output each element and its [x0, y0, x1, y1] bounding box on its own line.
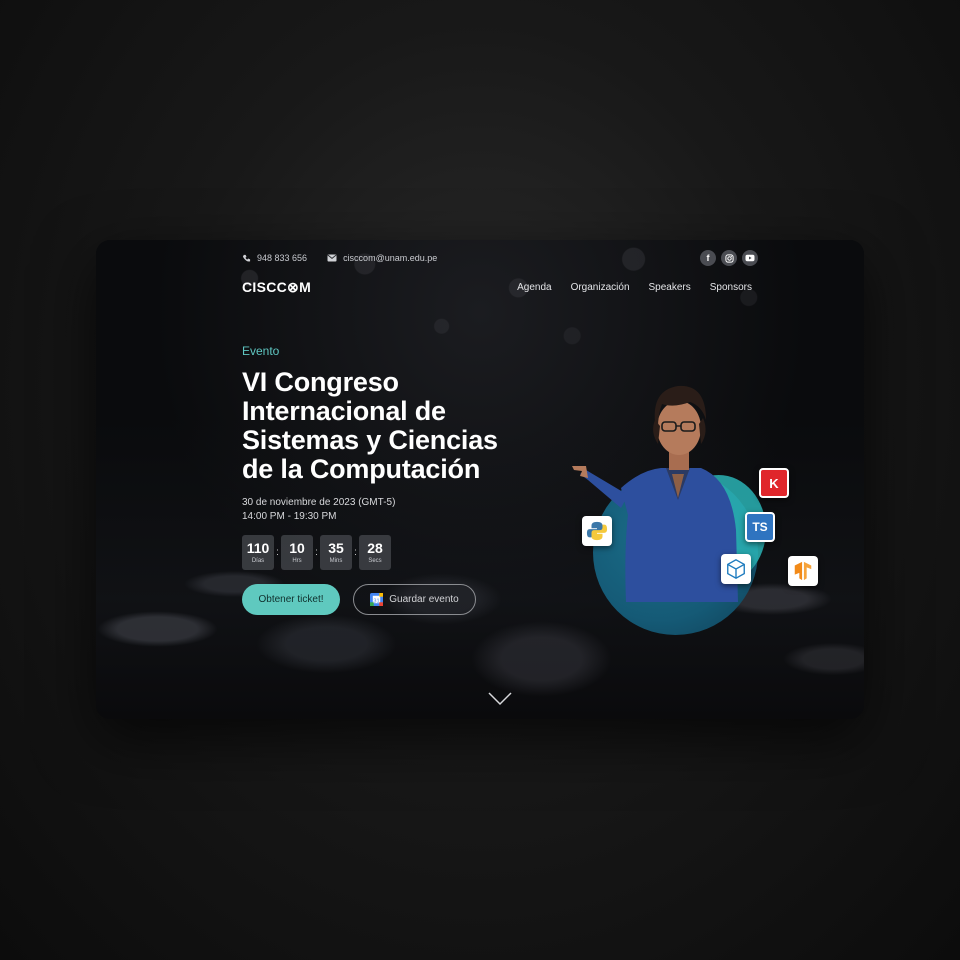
site-logo[interactable]: CISCC⊗M — [242, 279, 311, 296]
countdown-label: Mins — [329, 558, 343, 564]
email-contact[interactable]: cisccom@unam.edu.pe — [327, 253, 437, 263]
countdown-label: Días — [251, 558, 265, 564]
countdown-days: 110 Días — [242, 535, 274, 570]
countdown-separator: : — [315, 547, 318, 558]
svg-text:31: 31 — [374, 598, 380, 604]
countdown-label: Secs — [368, 558, 382, 564]
phone-icon — [242, 254, 251, 261]
google-calendar-icon: 31 — [370, 593, 384, 606]
envelope-icon — [327, 254, 337, 262]
countdown-seconds: 28 Secs — [359, 535, 391, 570]
countdown-label: Hrs — [292, 558, 302, 564]
get-ticket-button[interactable]: Obtener ticket! — [242, 584, 340, 615]
hero-title-line: Sistemas y Ciencias — [242, 425, 498, 455]
countdown-value: 110 — [246, 540, 270, 556]
email-address: cisccom@unam.edu.pe — [343, 253, 438, 263]
hero-title-line: VI Congreso — [242, 367, 399, 397]
facebook-icon[interactable]: f — [700, 250, 716, 266]
main-nav: CISCC⊗M Agenda Organización Speakers Spo… — [242, 277, 752, 297]
nav-item-organizacion[interactable]: Organización — [571, 282, 630, 293]
python-icon — [582, 516, 612, 546]
k-icon: K — [759, 468, 789, 498]
countdown-value: 35 — [328, 540, 344, 556]
countdown-separator: : — [354, 547, 357, 558]
instagram-icon[interactable] — [721, 250, 737, 266]
hero-title: VI Congreso Internacional de Sistemas y … — [242, 368, 562, 484]
event-date: 30 de noviembre de 2023 (GMT-5) — [242, 497, 396, 508]
chevron-down-icon[interactable] — [488, 692, 512, 706]
hero-title-line: de la Computación — [242, 454, 481, 484]
speaker-photo — [572, 385, 738, 602]
nav-menu: Agenda Organización Speakers Sponsors — [517, 282, 752, 293]
save-event-button[interactable]: 31 Guardar evento — [353, 584, 476, 615]
typescript-icon: TS — [745, 512, 775, 542]
event-time: 14:00 PM - 19:30 PM — [242, 511, 337, 522]
countdown-separator: : — [276, 547, 279, 558]
hero-actions: Obtener ticket! 31 Guardar evento — [242, 584, 562, 615]
countdown-minutes: 35 Mins — [320, 535, 352, 570]
hero-eyebrow: Evento — [242, 344, 280, 358]
countdown-timer: 110 Días : 10 Hrs : 35 Mins : 28 Secs — [242, 535, 562, 570]
threejs-icon — [721, 554, 751, 584]
countdown-hours: 10 Hrs — [281, 535, 313, 570]
countdown-value: 10 — [289, 540, 305, 556]
save-event-label: Guardar evento — [389, 594, 459, 605]
youtube-icon[interactable] — [742, 250, 758, 266]
countdown-value: 28 — [367, 540, 383, 556]
social-links: f — [700, 250, 758, 266]
browser-viewport: 948 833 656 cisccom@unam.edu.pe f CISCC⊗… — [96, 240, 864, 719]
tensorflow-icon — [788, 556, 818, 586]
contact-bar: 948 833 656 cisccom@unam.edu.pe f — [242, 250, 758, 266]
nav-item-speakers[interactable]: Speakers — [649, 282, 691, 293]
phone-number: 948 833 656 — [257, 253, 308, 263]
hero-title-line: Internacional de — [242, 396, 446, 426]
nav-item-agenda[interactable]: Agenda — [517, 282, 551, 293]
speaker-illustration: K TS — [566, 370, 826, 635]
phone-contact[interactable]: 948 833 656 — [242, 253, 307, 263]
nav-item-sponsors[interactable]: Sponsors — [710, 282, 752, 293]
hero-content: Evento VI Congreso Internacional de Sist… — [242, 344, 562, 615]
